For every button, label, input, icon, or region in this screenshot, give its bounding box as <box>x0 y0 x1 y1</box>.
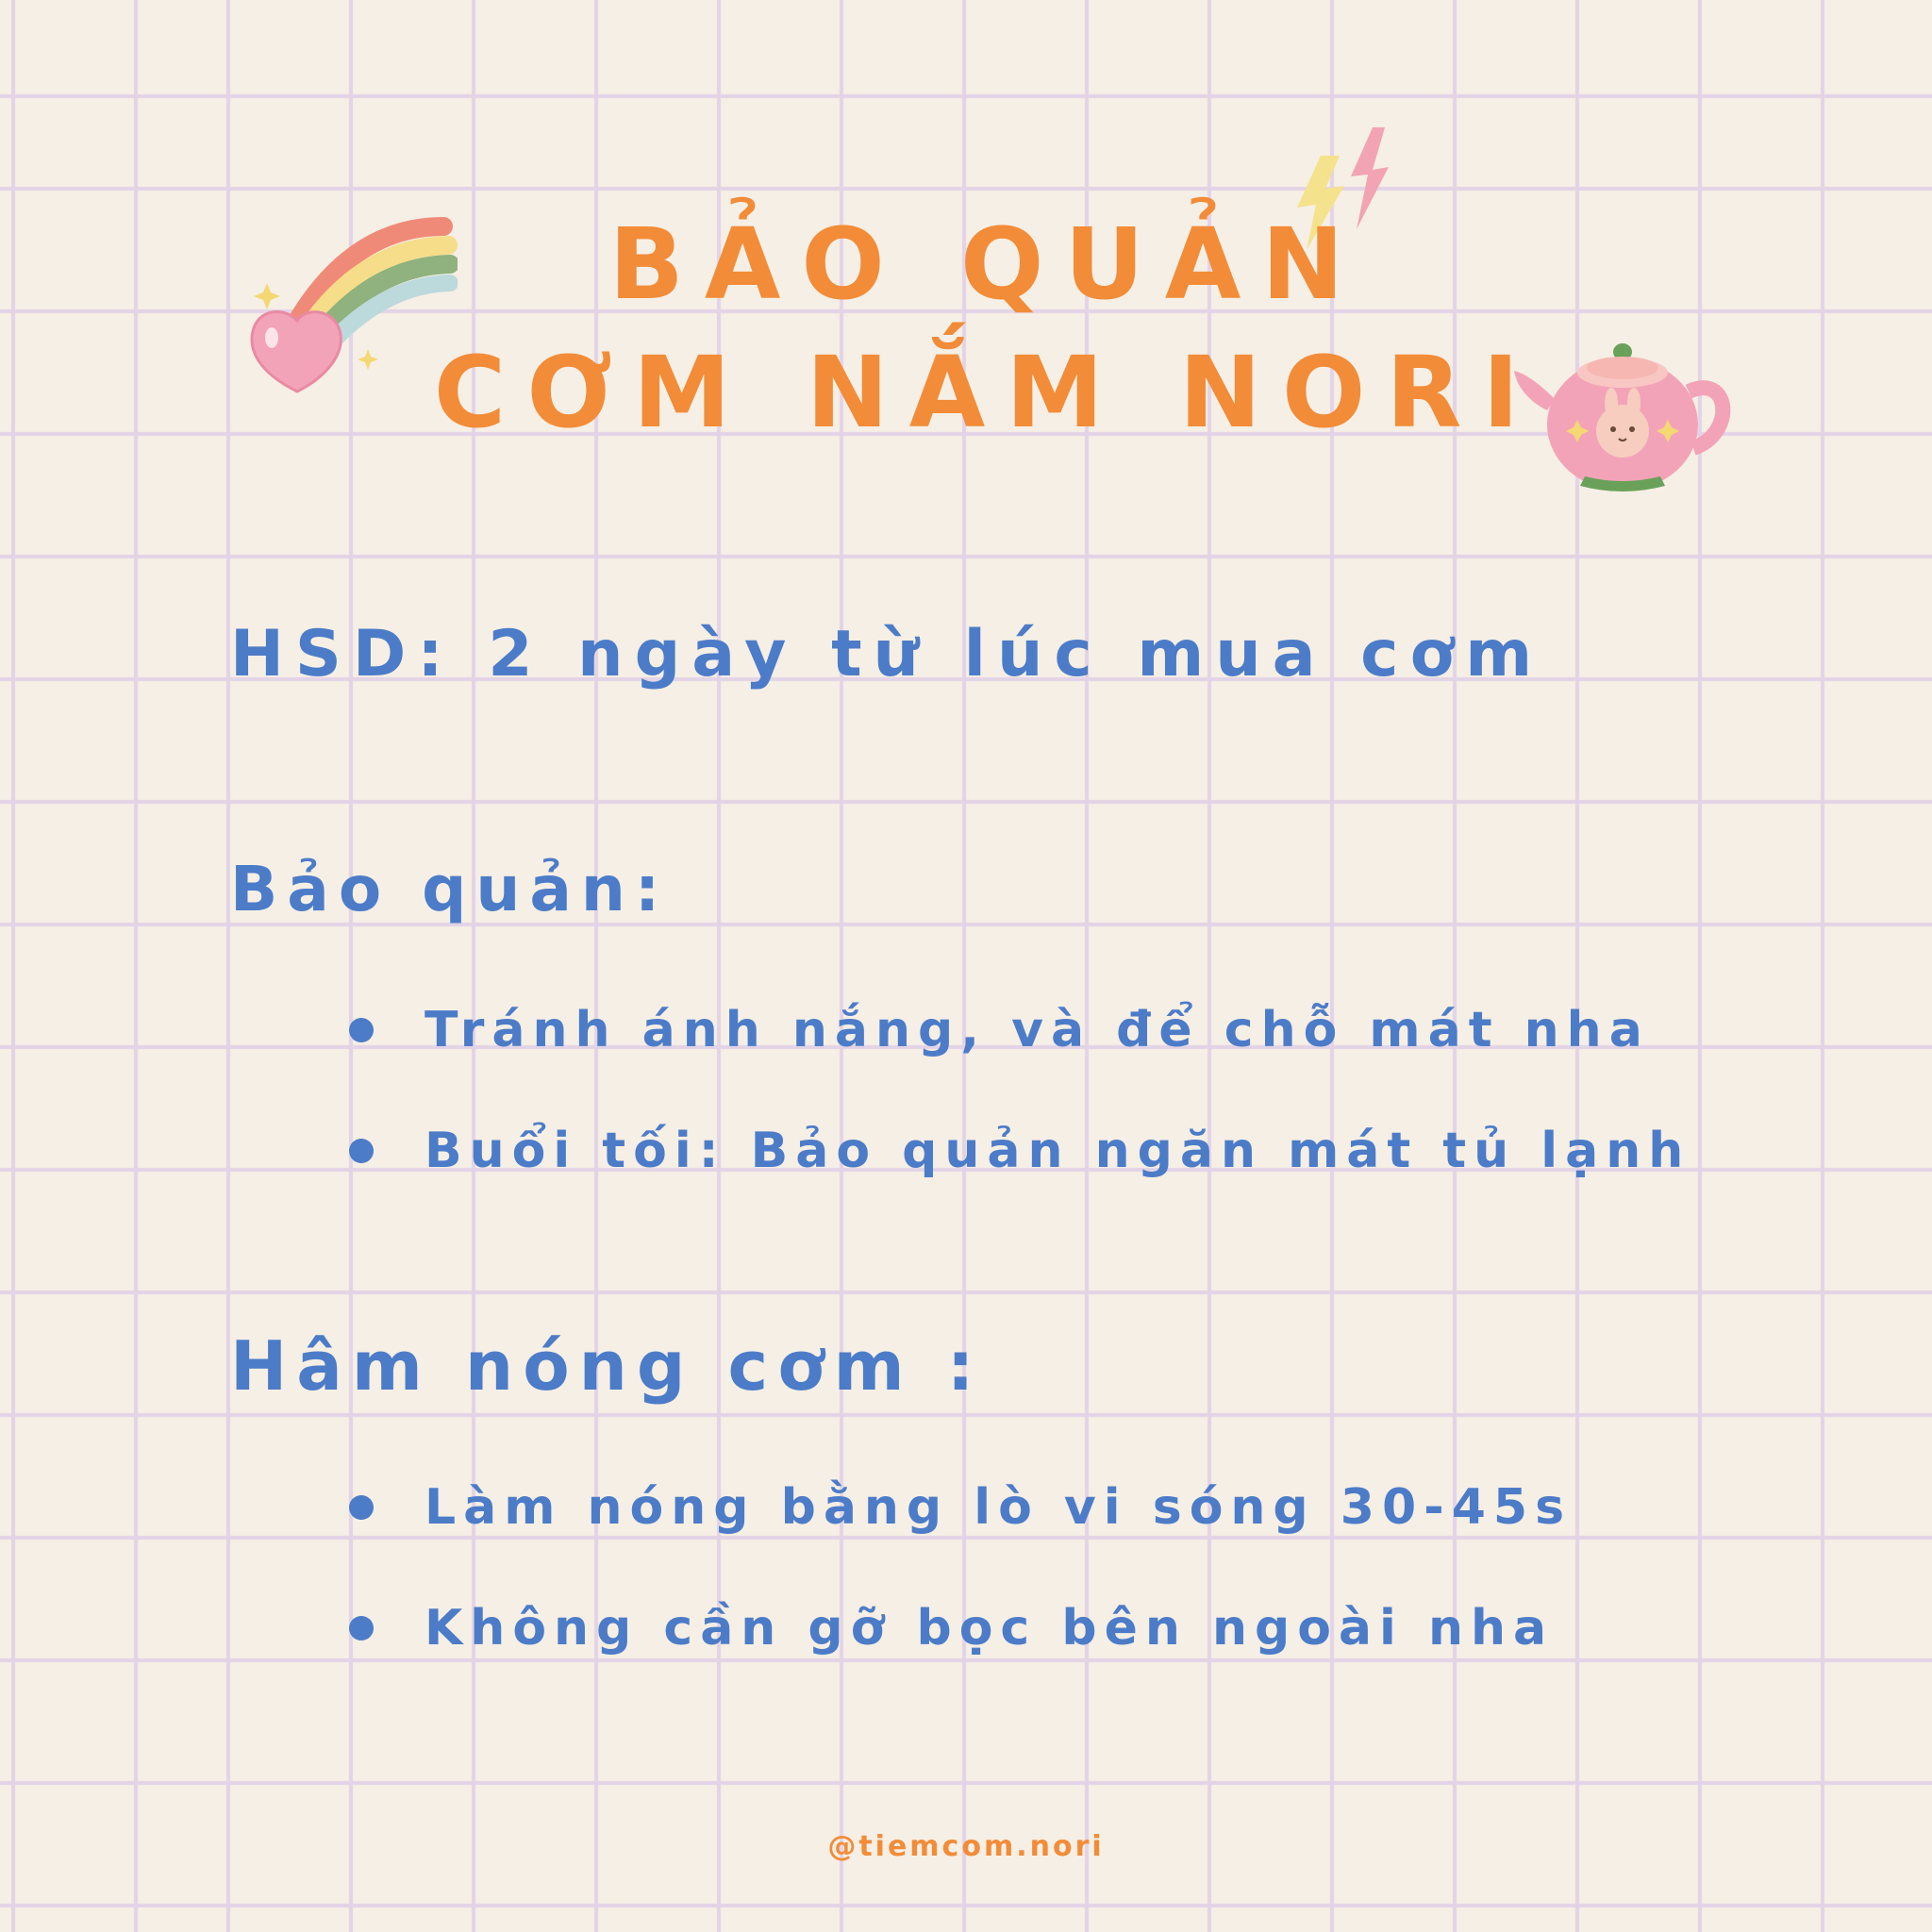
list-item: Buổi tối: Bảo quản ngăn mát tủ lạnh <box>349 1126 1690 1175</box>
list-item-text: Tránh ánh nắng, và để chỗ mát nha <box>425 1002 1650 1058</box>
title-line-2: CƠM NẮM NORI <box>433 335 1541 450</box>
bullet-icon <box>349 1495 374 1520</box>
list-item: Làm nóng bằng lò vi sóng 30-45s <box>349 1483 1572 1532</box>
reheat-heading: Hâm nóng cơm : <box>230 1326 984 1406</box>
list-item-text: Không cần gỡ bọc bên ngoài nha <box>425 1600 1555 1657</box>
bullet-icon <box>349 1018 374 1042</box>
storage-heading: Bảo quản: <box>230 853 670 925</box>
page: { "title": { "line1": "BẢO QUẢN", "line2… <box>0 0 1932 1932</box>
bullet-icon <box>349 1139 374 1163</box>
list-item-text: Làm nóng bằng lò vi sóng 30-45s <box>425 1479 1573 1536</box>
social-handle: @tiemcom.nori <box>827 1830 1105 1863</box>
list-item-text: Buổi tối: Bảo quản ngăn mát tủ lạnh <box>425 1123 1691 1179</box>
bullet-icon <box>349 1616 374 1641</box>
list-item: Không cần gỡ bọc bên ngoài nha <box>349 1604 1554 1653</box>
list-item: Tránh ánh nắng, và để chỗ mát nha <box>349 1006 1650 1055</box>
expiry-text: HSD: 2 ngày từ lúc mua cơm <box>230 617 1544 691</box>
title-line-1: BẢO QUẢN <box>608 207 1365 322</box>
